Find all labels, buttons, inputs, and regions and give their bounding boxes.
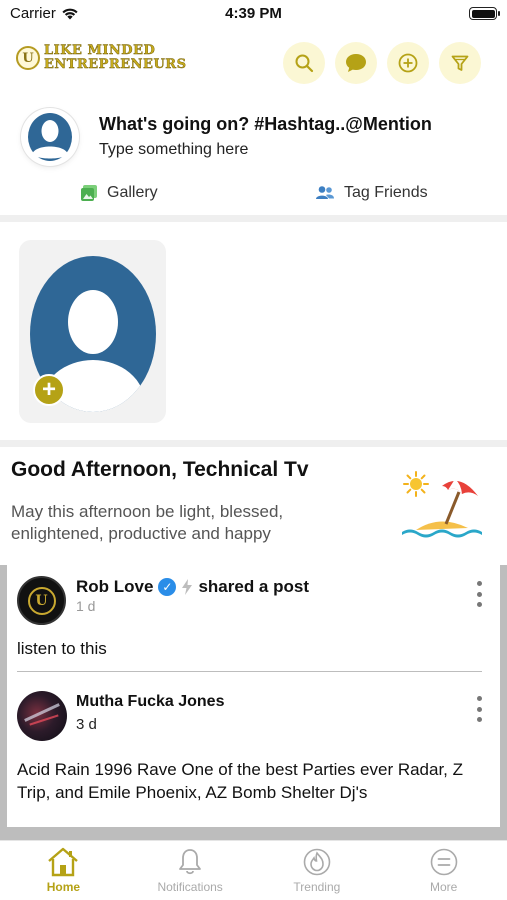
tab-notifications[interactable]: Notifications [127, 841, 254, 900]
verified-icon: ✓ [158, 578, 177, 596]
shared-author-name[interactable]: Mutha Fucka Jones [76, 693, 224, 711]
user-avatar-icon [28, 113, 72, 161]
tab-home[interactable]: Home [0, 841, 127, 900]
bottom-tab-bar: Home Notifications Trending More [0, 840, 507, 900]
composer-actions: Gallery Tag Friends [0, 184, 507, 210]
add-button[interactable] [387, 42, 429, 84]
greeting-title: Good Afternoon, Technical Tv [11, 458, 309, 481]
tab-more-label: More [429, 880, 458, 894]
bolt-icon [182, 579, 193, 595]
tab-notifications-label: Notifications [157, 880, 223, 894]
app-logo[interactable]: U Like Minded Entrepreneurs [16, 43, 187, 72]
gallery-icon [81, 185, 97, 201]
add-icon [398, 53, 418, 73]
post-text: listen to this [17, 639, 107, 658]
battery-icon [469, 7, 500, 20]
header-actions [283, 42, 481, 84]
shared-timestamp: 3 d [76, 716, 97, 733]
menu-icon [430, 848, 457, 876]
people-icon [316, 186, 334, 199]
beach-umbrella-icon [402, 471, 482, 538]
search-icon [295, 54, 314, 73]
tag-friends-label: Tag Friends [344, 184, 428, 201]
gallery-button[interactable]: Gallery [80, 184, 158, 202]
add-story-button[interactable]: + [33, 374, 65, 406]
post-avatar-mark: U [27, 586, 56, 615]
chat-icon [346, 54, 366, 72]
shared-post-more-button[interactable] [474, 696, 484, 722]
section-divider [0, 215, 507, 222]
post-header: Rob Love ✓ shared a post [76, 577, 309, 597]
bell-icon [179, 849, 202, 875]
gallery-label: Gallery [107, 184, 158, 201]
section-divider [0, 440, 507, 447]
my-story-card[interactable]: + [19, 240, 166, 423]
post-author-avatar[interactable]: U [17, 576, 66, 625]
logo-line-1: Like Minded [44, 43, 156, 58]
composer-placeholder[interactable]: Type something here [99, 141, 248, 159]
post-timestamp: 1 d [76, 598, 96, 614]
post-divider [17, 671, 482, 672]
flame-icon [303, 848, 331, 876]
news-feed: U Rob Love ✓ shared a post 1 d listen to… [0, 565, 507, 840]
logo-mark: U [16, 46, 40, 70]
tab-home-label: Home [46, 880, 81, 894]
filter-button[interactable] [439, 42, 481, 84]
greeting-card: Good Afternoon, Technical Tv May this af… [0, 448, 507, 560]
post-card: U Rob Love ✓ shared a post 1 d listen to… [7, 565, 500, 827]
filter-icon [451, 55, 469, 71]
tab-more[interactable]: More [380, 841, 507, 900]
post-action-text: shared a post [198, 577, 309, 596]
tag-friends-button[interactable]: Tag Friends [315, 184, 428, 202]
app-header: U Like Minded Entrepreneurs [0, 36, 507, 88]
post-composer: What's going on? #Hashtag..@Mention Type… [0, 100, 507, 215]
shared-author-avatar[interactable] [17, 691, 67, 741]
post-author-name[interactable]: Rob Love [76, 577, 153, 597]
greeting-message: May this afternoon be light, blessed, en… [11, 502, 284, 543]
chat-button[interactable] [335, 42, 377, 84]
logo-line-2: Entrepreneurs [44, 57, 187, 72]
tab-trending[interactable]: Trending [254, 841, 381, 900]
tab-trending-label: Trending [293, 880, 341, 894]
composer-prompt[interactable]: What's going on? #Hashtag..@Mention [99, 114, 432, 135]
post-more-button[interactable] [474, 581, 484, 607]
shared-post-text: Acid Rain 1996 Rave One of the best Part… [17, 760, 464, 802]
logo-wordmark: Like Minded Entrepreneurs [44, 43, 187, 72]
home-icon [48, 847, 79, 877]
search-button[interactable] [283, 42, 325, 84]
clock: 4:39 PM [225, 5, 282, 22]
status-bar: Carrier 4:39 PM [0, 0, 507, 30]
composer-avatar[interactable] [21, 108, 79, 166]
